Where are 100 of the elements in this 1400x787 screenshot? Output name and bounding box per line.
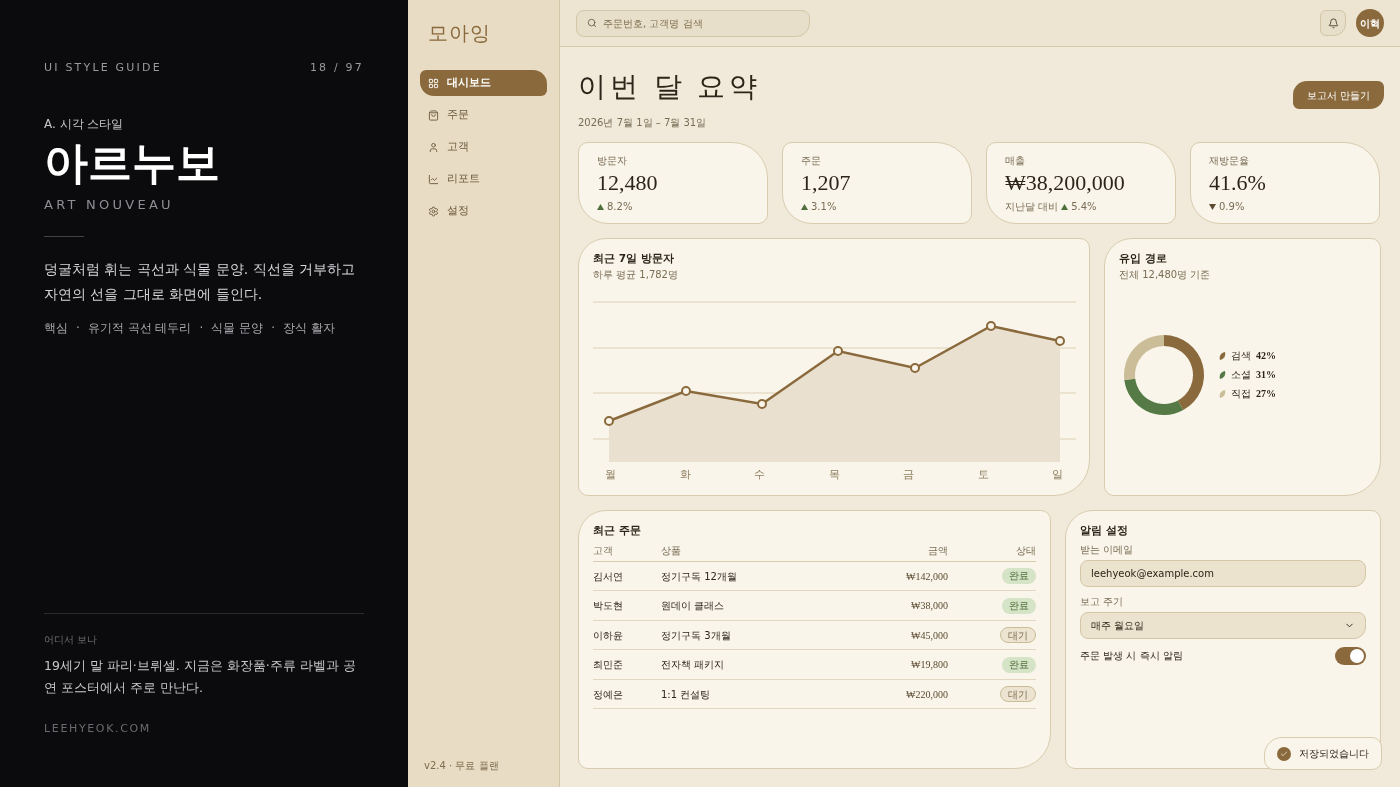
kpi-change: 3.1% (811, 200, 837, 214)
column-header: 상품 (661, 543, 682, 558)
table-cell-text: ₩220,000 (905, 687, 948, 702)
chart-point (1055, 335, 1065, 346)
nav-item[interactable]: 주문 (420, 102, 547, 128)
field-label: 보고 주기 (1080, 594, 1125, 609)
toggle-label: 주문 발생 시 즉시 알림 (1080, 649, 1183, 664)
style-title: 아르누보 (44, 138, 221, 187)
where-text: 19세기 말 파리·브뤼셀. 지금은 화장품·주류 라벨과 공연 포스터에서 주로 만난다. (44, 656, 357, 697)
kpi-change: 5.4% (1071, 200, 1097, 214)
keyword: 핵심 (44, 320, 68, 338)
user-avatar[interactable]: 이혁 (1356, 9, 1384, 37)
day-label: 월 (605, 466, 616, 482)
kpi-value: 12,480 (597, 170, 659, 196)
page-number: 18 / 97 (309, 60, 364, 76)
kpi-comparison: 지난달 대비 (1005, 200, 1059, 214)
status-badge: 완료 (1002, 597, 1036, 614)
kpi-label: 재방문율 (1209, 154, 1250, 168)
day-label: 일 (1052, 466, 1063, 482)
chart-point (604, 415, 614, 426)
column-header: 금액 (927, 543, 948, 558)
status-badge: 완료 (1002, 656, 1036, 673)
card-title: 최근 7일 방문자 (593, 251, 675, 266)
settings-icon (428, 205, 439, 217)
table-cell-text: 정기구독 12개월 (661, 569, 738, 584)
where-label: 어디서 보나 (44, 632, 99, 647)
table-cell-text: ₩142,000 (905, 569, 948, 584)
legend-value: 27% (1256, 387, 1276, 402)
table-cell-text: 1:1 컨설팅 (661, 687, 712, 702)
search-icon (587, 17, 597, 28)
chart-point (757, 398, 767, 409)
status-badge: 대기 (1000, 686, 1036, 702)
table-cell-text: ₩45,000 (910, 628, 948, 643)
table-cell-text: 원데이 클래스 (661, 599, 726, 613)
bell-icon (1327, 17, 1339, 29)
status-badge: 대기 (1000, 627, 1036, 643)
table-cell-text: 김서연 (593, 569, 624, 584)
report-button[interactable]: 보고서 만들기 (1292, 81, 1384, 109)
legend-value: 31% (1256, 368, 1276, 383)
search-field[interactable]: 주문번호, 고객명 검색 (576, 9, 810, 37)
legend-label: 검색 (1231, 349, 1251, 364)
kpi-value: 1,207 (801, 170, 852, 196)
chart-point (833, 345, 843, 356)
guide-label: UI STYLE GUIDE (44, 60, 162, 76)
nav-item[interactable]: 고객 (420, 134, 547, 160)
kpi-change: 8.2% (607, 200, 633, 214)
email-field[interactable]: leehyeok@example.com (1080, 559, 1366, 587)
kpi-value: ₩38,200,000 (1005, 170, 1126, 196)
column-header: 고객 (593, 543, 614, 558)
card-subtitle: 하루 평균 1,782명 (593, 267, 679, 282)
day-label: 수 (754, 466, 765, 482)
bag-icon (428, 109, 439, 121)
status-badge: 완료 (1002, 568, 1036, 584)
check-icon (1277, 746, 1291, 761)
table-cell-text: ₩19,800 (910, 658, 948, 672)
column-header: 상태 (1015, 543, 1036, 558)
style-subtitle: ART NOUVEAU (44, 195, 175, 214)
day-label: 화 (679, 466, 691, 482)
day-label: 토 (977, 466, 989, 482)
legend-label: 소셜 (1231, 368, 1251, 383)
grid-icon (428, 77, 439, 89)
page-heading: 이번 달 요약 (578, 70, 762, 104)
keyword: 유기적 곡선 테두리 (87, 320, 192, 338)
table-cell-text: ₩38,000 (910, 599, 948, 613)
keyword: 장식 활자 (282, 320, 335, 338)
card-title: 최근 주문 (593, 523, 642, 538)
nav-item[interactable]: 리포트 (420, 166, 547, 192)
notification-button[interactable] (1320, 10, 1346, 36)
separator-dot: · (76, 320, 80, 338)
table-cell-text: 정기구독 3개월 (661, 628, 732, 643)
table-cell-text: 이하윤 (593, 628, 624, 643)
field-label: 받는 이메일 (1080, 542, 1135, 557)
cycle-select[interactable]: 매주 월요일 (1080, 611, 1366, 639)
table-cell-text: 전자책 패키지 (661, 658, 726, 672)
kpi-label: 방문자 (597, 154, 628, 168)
table-cell-text: 정예은 (593, 687, 624, 702)
period-text: 2026년 7월 1일 – 7월 31일 (578, 116, 708, 130)
toast-message: 저장되었습니다 (1299, 747, 1369, 761)
site-link[interactable]: LEEHYEOK.COM (44, 720, 364, 737)
section-label: A. 시각 스타일 (44, 115, 125, 133)
legend-label: 직접 (1231, 387, 1251, 402)
chart-point (910, 362, 920, 373)
day-label: 목 (828, 466, 840, 482)
nav-item[interactable]: 설정 (420, 198, 547, 224)
separator-dot: · (199, 320, 204, 338)
person-icon (428, 141, 439, 153)
kpi-label: 매출 (1005, 154, 1026, 168)
table-cell-text: 박도현 (593, 599, 624, 613)
chart-point (681, 385, 691, 396)
kpi-label: 주문 (801, 154, 822, 168)
separator-dot: · (271, 320, 275, 338)
card-title: 유입 경로 (1119, 251, 1168, 266)
legend-value: 42% (1256, 349, 1276, 364)
nav-item[interactable]: 대시보드 (420, 70, 547, 96)
toggle-switch[interactable] (1335, 646, 1366, 665)
kpi-value: 41.6% (1209, 170, 1267, 196)
day-label: 금 (903, 466, 914, 482)
keyword: 식물 문양 (211, 320, 264, 338)
table-cell-text: 최민준 (593, 658, 624, 672)
chart-point (986, 320, 996, 331)
